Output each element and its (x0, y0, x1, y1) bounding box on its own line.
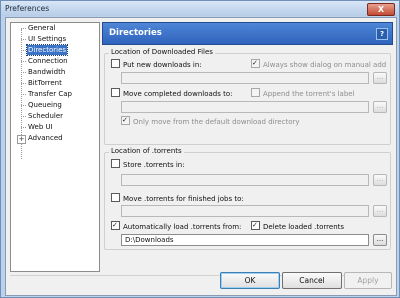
title-bar[interactable]: Preferences X (1, 1, 399, 16)
window-title: Preferences (5, 4, 50, 13)
page-title: Directories (109, 28, 162, 38)
delete-loaded-torrents-label: Delete loaded .torrents (263, 223, 345, 231)
auto-load-torrents-label: Automatically load .torrents from: (123, 223, 242, 231)
torrents-location-group: Location of .torrents Store .torrents in… (104, 147, 391, 250)
put-new-downloads-checkbox[interactable]: Put new downloads in: (111, 59, 202, 69)
expand-plus-icon[interactable]: + (17, 135, 26, 144)
cancel-button[interactable]: Cancel (282, 272, 342, 289)
store-torrents-path-input[interactable] (121, 174, 369, 186)
checkbox-box[interactable] (251, 220, 260, 230)
tree-item-general[interactable]: General (27, 23, 57, 33)
only-move-default-checkbox[interactable]: Only move from the default download dire… (121, 115, 300, 126)
move-completed-path-input[interactable] (121, 101, 369, 113)
put-downloads-browse-button[interactable]: ... (373, 72, 387, 84)
ok-button[interactable]: OK (220, 272, 280, 289)
only-move-default-label: Only move from the default download dire… (133, 118, 300, 126)
tree-item-scheduler[interactable]: Scheduler (27, 111, 64, 121)
checkbox-box[interactable] (251, 88, 260, 97)
checkbox-box[interactable] (111, 220, 120, 230)
checkbox-box[interactable] (111, 159, 120, 168)
checkbox-box[interactable] (111, 193, 120, 202)
category-tree[interactable]: General UI Settings Directories Connecti… (10, 22, 100, 272)
put-new-downloads-label: Put new downloads in: (123, 61, 202, 69)
append-label-text: Append the torrent's label (263, 90, 355, 98)
group-title-torrents: Location of .torrents (109, 147, 184, 155)
store-torrents-checkbox[interactable]: Store .torrents in: (111, 159, 185, 169)
tree-item-web-ui[interactable]: Web UI (27, 122, 54, 132)
preferences-window: Preferences X General UI Settings Direct… (0, 0, 400, 298)
tree-connector (21, 39, 26, 40)
tree-item-queueing[interactable]: Queueing (27, 100, 63, 110)
move-torrents-path-input[interactable] (121, 205, 369, 217)
auto-load-path-input[interactable]: D:\Downloads (121, 234, 369, 246)
tree-connector (21, 50, 26, 51)
tree-connector (21, 83, 26, 84)
tree-item-connection[interactable]: Connection (27, 56, 69, 66)
close-button[interactable]: X (367, 3, 395, 16)
store-torrents-label: Store .torrents in: (123, 161, 185, 169)
section-header: Directories ? (102, 22, 393, 45)
apply-button[interactable]: Apply (344, 272, 392, 289)
tree-connector (21, 116, 26, 117)
group-title-downloaded: Location of Downloaded Files (109, 48, 215, 56)
move-completed-checkbox[interactable]: Move completed downloads to: (111, 88, 232, 98)
move-torrents-checkbox[interactable]: Move .torrents for finished jobs to: (111, 193, 244, 203)
checkbox-box[interactable] (111, 88, 120, 97)
tree-item-directories[interactable]: Directories (25, 44, 69, 56)
dialog-client-area: General UI Settings Directories Connecti… (5, 17, 397, 296)
put-downloads-path-input[interactable] (121, 72, 369, 84)
always-show-dialog-checkbox[interactable]: Always show dialog on manual add (251, 58, 387, 69)
tree-item-bittorrent[interactable]: BitTorrent (27, 78, 63, 88)
delete-loaded-torrents-checkbox[interactable]: Delete loaded .torrents (251, 220, 345, 231)
tree-connector (21, 61, 26, 62)
tree-connector (21, 28, 26, 29)
checkbox-box[interactable] (111, 59, 120, 68)
move-torrents-label: Move .torrents for finished jobs to: (123, 195, 244, 203)
move-torrents-browse-button[interactable]: ... (373, 205, 387, 217)
checkbox-box[interactable] (251, 58, 260, 68)
move-completed-label: Move completed downloads to: (123, 90, 233, 98)
move-completed-browse-button[interactable]: ... (373, 101, 387, 113)
append-label-checkbox[interactable]: Append the torrent's label (251, 88, 355, 98)
store-torrents-browse-button[interactable]: ... (373, 174, 387, 186)
checkbox-box[interactable] (121, 115, 130, 125)
auto-load-browse-button[interactable]: ... (373, 234, 387, 246)
tree-item-bandwidth[interactable]: Bandwidth (27, 67, 66, 77)
tree-item-ui-settings[interactable]: UI Settings (27, 34, 67, 44)
tree-connector (21, 94, 26, 95)
tree-connector (21, 72, 26, 73)
tree-connector (21, 105, 26, 106)
always-show-dialog-label: Always show dialog on manual add (263, 61, 387, 69)
auto-load-torrents-checkbox[interactable]: Automatically load .torrents from: (111, 220, 242, 231)
help-icon[interactable]: ? (376, 28, 388, 40)
tree-item-advanced[interactable]: Advanced (27, 133, 64, 143)
tree-item-transfer-cap[interactable]: Transfer Cap (27, 89, 73, 99)
tree-connector (21, 127, 26, 128)
downloaded-files-group: Location of Downloaded Files Put new dow… (104, 48, 391, 145)
